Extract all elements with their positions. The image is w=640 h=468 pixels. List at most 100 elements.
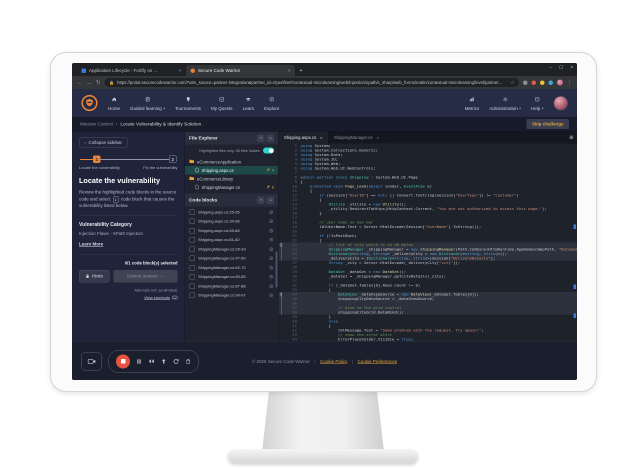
checkbox[interactable]: [190, 228, 196, 234]
checkbox[interactable]: [190, 237, 196, 243]
nav-item-my-quests[interactable]: My Quests: [211, 95, 233, 111]
editor-tab-shippingmanager-cs[interactable]: ShippingManager.cs×: [328, 132, 384, 144]
screen-record-button[interactable]: [81, 352, 102, 370]
checkbox[interactable]: [190, 246, 196, 252]
view-shortcuts[interactable]: View shortcuts: [79, 295, 178, 300]
locate-target-icon[interactable]: [269, 219, 274, 224]
tree-file-shippingmanager-cs[interactable]: ShippingManager.cs6: [185, 183, 278, 192]
close-icon[interactable]: ×: [320, 135, 322, 140]
delete-button[interactable]: [186, 358, 192, 364]
tree-file-shipping-aspx-cs[interactable]: Shipping.aspx.cs4: [185, 166, 278, 175]
locate-target-icon[interactable]: [269, 293, 274, 298]
upload-button[interactable]: [161, 359, 167, 365]
forward-icon[interactable]: →: [87, 80, 93, 86]
locate-target-icon[interactable]: [269, 284, 274, 289]
vulnerability-category-value: Injection Flaws - XPath Injection: [79, 231, 178, 236]
pause-button[interactable]: [137, 358, 142, 364]
collapse-all-button[interactable]: [257, 134, 265, 142]
checkbox[interactable]: [190, 256, 196, 262]
line-code: using System.Web.UI.WebControls;: [301, 166, 376, 171]
editor-tab-shipping-aspx-cs[interactable]: Shipping.aspx.cs×: [279, 132, 329, 144]
bookmark-star-icon[interactable]: ☆: [510, 80, 514, 86]
highlighted-files-toggle[interactable]: [263, 148, 274, 154]
close-icon[interactable]: ×: [288, 68, 291, 73]
browser-profile-avatar[interactable]: [557, 80, 563, 86]
code-block-item[interactable]: ShippingManager.cs:47-50: [185, 254, 278, 263]
reload-icon[interactable]: ↻: [96, 80, 101, 86]
step-2-badge[interactable]: 2: [169, 156, 177, 164]
locate-target-icon[interactable]: [269, 247, 274, 252]
scw-logo-icon[interactable]: [81, 95, 98, 112]
code-block-item[interactable]: Shipping.aspx.cs:25-26: [185, 208, 278, 217]
hints-button[interactable]: Hints: [79, 270, 109, 283]
code-block-item[interactable]: ShippingManager.cs:62-73: [185, 263, 278, 272]
locate-target-icon[interactable]: [269, 256, 274, 261]
nav-item-help[interactable]: ?Help▾: [531, 95, 544, 111]
extension-icon[interactable]: [540, 80, 545, 85]
nav-item-metrics[interactable]: Metrics: [465, 95, 480, 111]
code-block-item[interactable]: Shipping.aspx.cs:34-38: [185, 217, 278, 226]
learn-more-link[interactable]: Learn More: [79, 241, 103, 246]
tree-folder-ecommerceapplication[interactable]: eCommerceApplication: [185, 158, 278, 167]
extension-icon[interactable]: [549, 80, 554, 85]
code-block-item[interactable]: ShippingManager.cs:90-97: [185, 291, 278, 300]
rewind-button[interactable]: [148, 359, 155, 365]
checkbox[interactable]: [190, 219, 196, 225]
expand-all-button[interactable]: [267, 196, 275, 204]
code-block-item[interactable]: Shipping.aspx.cs:81-82: [185, 235, 278, 244]
nav-item-guided-learning[interactable]: Guided learning▾: [130, 95, 165, 111]
checkbox[interactable]: [190, 274, 196, 280]
gear-icon: [502, 95, 508, 104]
nav-item-tournaments[interactable]: Tournaments: [175, 95, 201, 111]
close-icon[interactable]: ×: [376, 135, 378, 140]
checkbox[interactable]: [190, 293, 196, 299]
extension-icon[interactable]: [523, 80, 528, 85]
code-block-item[interactable]: Shipping.aspx.cs:65-68: [185, 226, 278, 235]
browser-menu-icon[interactable]: ⋮: [567, 80, 572, 86]
step-1-badge[interactable]: 1: [93, 156, 101, 164]
code-block-item[interactable]: ShippingManager.cs:87-88: [185, 282, 278, 291]
locate-target-icon[interactable]: [269, 275, 274, 280]
back-icon[interactable]: ←: [77, 80, 83, 86]
collapse-all-button[interactable]: [257, 196, 265, 204]
extension-icon[interactable]: [532, 80, 537, 85]
browser-tab-2[interactable]: Secure Code Warrior ×: [186, 65, 295, 76]
breadcrumb-parent[interactable]: Mission Control: [80, 121, 113, 127]
expand-all-button[interactable]: [267, 134, 275, 142]
close-icon[interactable]: ×: [179, 68, 182, 73]
nav-item-learn[interactable]: Learn: [243, 95, 255, 111]
editor-options-icon[interactable]: ▣: [569, 135, 573, 141]
code-area[interactable]: 1using System;2using System.Collections.…: [279, 144, 578, 342]
skip-challenge-button[interactable]: Skip challenge: [526, 119, 569, 129]
count-badge: 1: [113, 197, 119, 203]
code-line[interactable]: 15 _utility.RedirectToHttps(HttpContext.…: [279, 207, 578, 212]
collapse-sidebar-button[interactable]: ‹ Collapse sidebar: [79, 138, 128, 148]
address-bar[interactable]: 🔒 https://portal.securecodewarrior.com/?…: [105, 78, 519, 87]
submit-answer-button[interactable]: Submit answer →: [113, 270, 177, 283]
checkbox[interactable]: [190, 265, 196, 271]
locate-target-icon[interactable]: [269, 228, 274, 233]
nav-item-explore[interactable]: Explore: [264, 95, 279, 111]
checkbox[interactable]: [190, 283, 196, 289]
locate-target-icon[interactable]: [269, 265, 274, 270]
cookie-preferences-link[interactable]: Cookie Preferences: [358, 359, 398, 364]
user-avatar[interactable]: [554, 96, 569, 111]
tree-folder-ecommercelibrary[interactable]: eCommerceLibrary: [185, 175, 278, 184]
nav-item-administration[interactable]: Administration▾: [489, 95, 521, 111]
maximize-button[interactable]: ▢: [559, 65, 563, 71]
code-block-item[interactable]: ShippingManager.cs:80-85: [185, 272, 278, 281]
new-tab-button[interactable]: +: [297, 67, 305, 75]
locate-target-icon[interactable]: [269, 238, 274, 243]
nav-item-home[interactable]: Home: [108, 95, 120, 111]
close-window-button[interactable]: ×: [570, 65, 573, 71]
checkbox[interactable]: [190, 209, 196, 215]
view-shortcuts-link[interactable]: View shortcuts: [144, 295, 170, 300]
code-block-item[interactable]: ShippingManager.cs:29-33: [185, 245, 278, 254]
minimize-button[interactable]: –: [550, 65, 553, 71]
restart-button[interactable]: [173, 358, 179, 364]
stop-button[interactable]: [116, 354, 130, 368]
scrollbar[interactable]: [276, 252, 278, 288]
browser-tab-1[interactable]: Application Lifecycle : Fortify on ... ×: [77, 65, 186, 76]
locate-target-icon[interactable]: [269, 210, 274, 215]
cookie-policy-link[interactable]: Cookie Policy: [320, 359, 347, 364]
